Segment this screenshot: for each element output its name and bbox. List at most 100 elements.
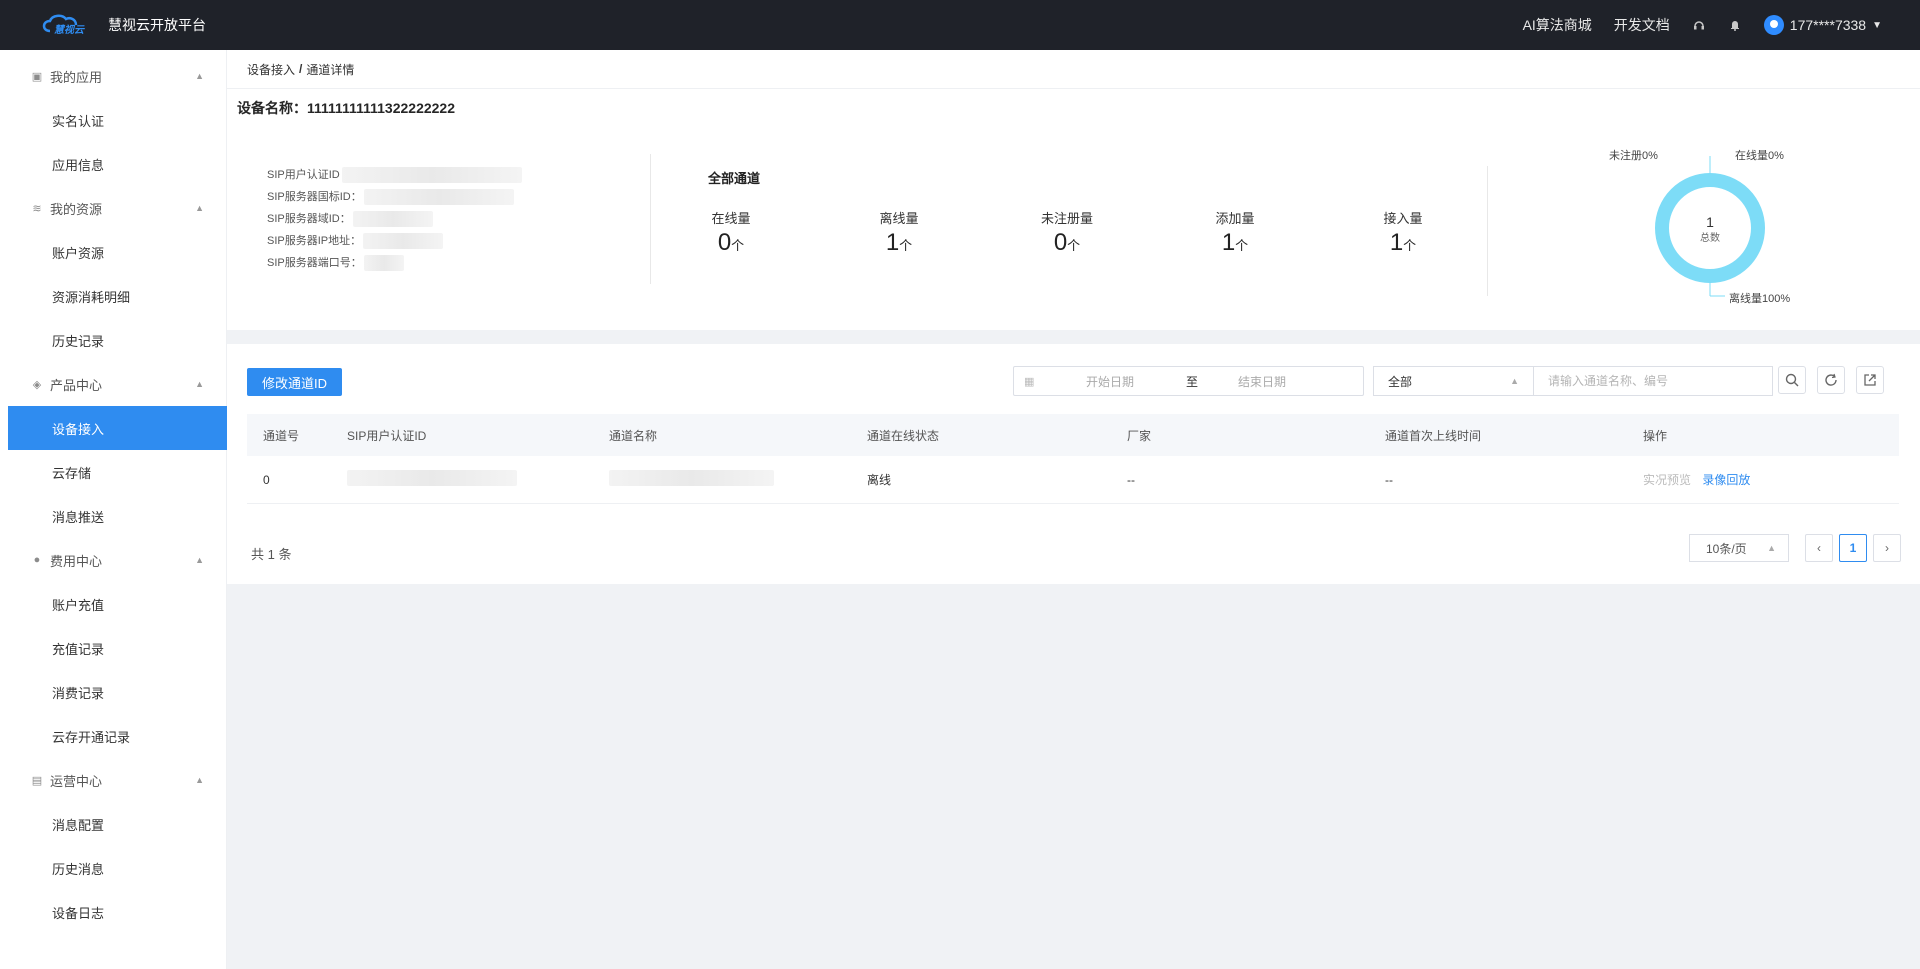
logo[interactable]: 慧视云 慧视云开放平台	[40, 11, 206, 39]
stat-unregistered: 未注册量 0个	[1027, 208, 1107, 257]
breadcrumb: 设备接入 / 通道详情	[227, 50, 1920, 88]
sip-server-ip-label: SIP服务器IP地址：	[267, 235, 362, 247]
stat-value: 1个	[1389, 229, 1417, 256]
redacted-value	[341, 167, 522, 183]
channel-search-input[interactable]	[1533, 366, 1773, 396]
page-number-current[interactable]: 1	[1839, 534, 1867, 562]
divider	[1487, 166, 1488, 296]
sidebar-group-billing[interactable]: ● 费用中心 ▲	[0, 538, 226, 582]
sip-server-port-label: SIP服务器端口号：	[267, 257, 362, 269]
donut-center-value: 1	[1706, 214, 1714, 230]
stat-label: 未注册量	[1040, 211, 1093, 226]
main-content: 设备接入 / 通道详情 设备名称： 11111111111322222222 S…	[227, 50, 1920, 969]
prev-page-button[interactable]: ‹	[1805, 534, 1833, 562]
sidebar-item-cloud-storage-records[interactable]: 云存开通记录	[0, 714, 226, 758]
stat-label: 离线量	[879, 211, 919, 226]
sidebar-item-realname[interactable]: 实名认证	[0, 98, 226, 142]
edit-channel-id-button[interactable]: 修改通道ID	[247, 368, 343, 396]
search-icon	[1785, 373, 1799, 387]
legend-offline: 离线量100%	[1729, 293, 1791, 305]
channel-list-panel: 修改通道ID ▦ 开始日期 至 结束日期 全部 ▲ 通道号 SIP用户认证ID …	[227, 344, 1920, 584]
ai-store-link[interactable]: AI算法商城	[1523, 15, 1592, 35]
sidebar-group-products[interactable]: ◈ 产品中心 ▲	[0, 362, 226, 406]
refresh-button[interactable]	[1817, 366, 1845, 394]
headset-icon[interactable]	[1692, 18, 1706, 32]
col-channel-name: 通道名称	[609, 428, 658, 443]
status-select-value: 全部	[1388, 374, 1413, 389]
app-icon: ▣	[31, 70, 43, 83]
redacted-value	[352, 211, 433, 227]
export-icon	[1864, 374, 1876, 386]
avatar	[1763, 15, 1784, 35]
caret-down-icon: ▼	[1872, 19, 1882, 31]
device-name-value: 11111111111322222222	[307, 99, 455, 116]
sidebar-item-recharge-records[interactable]: 充值记录	[0, 626, 226, 670]
sip-info: SIP用户认证ID SIP服务器国标ID： SIP服务器域ID： SIP服务器I…	[267, 164, 522, 274]
refresh-icon	[1825, 373, 1837, 386]
sidebar-item-consumption-records[interactable]: 消费记录	[0, 670, 226, 714]
cell-first-online: --	[1385, 472, 1393, 487]
end-date-placeholder[interactable]: 结束日期	[1238, 373, 1286, 390]
redacted-value	[363, 233, 444, 249]
cell-online-status: 离线	[867, 473, 892, 487]
sidebar-item-message-config[interactable]: 消息配置	[0, 802, 226, 846]
status-select[interactable]: 全部 ▲	[1373, 366, 1533, 396]
channel-status-donut: 1 总数 未注册0% 在线量0% 离线量100%	[1609, 150, 1809, 326]
sidebar-item-app-info[interactable]: 应用信息	[0, 142, 226, 186]
sidebar-item-device-logs[interactable]: 设备日志	[0, 890, 226, 934]
legend-online: 在线量0%	[1735, 150, 1784, 162]
next-page-button[interactable]: ›	[1873, 534, 1901, 562]
chevron-left-icon: ‹	[1817, 541, 1821, 555]
chevron-up-icon: ▲	[195, 379, 204, 389]
device-name-bar: 设备名称： 11111111111322222222	[227, 88, 1920, 126]
sidebar-item-account-resources[interactable]: 账户资源	[0, 230, 226, 274]
chevron-up-icon: ▲	[195, 71, 204, 81]
cell-channel-no: 0	[263, 472, 270, 487]
breadcrumb-parent[interactable]: 设备接入	[247, 61, 295, 78]
col-channel-no: 通道号	[263, 428, 300, 443]
sip-server-gb-id-label: SIP服务器国标ID：	[267, 191, 362, 203]
sidebar-item-history-messages[interactable]: 历史消息	[0, 846, 226, 890]
breadcrumb-current: 通道详情	[306, 62, 355, 77]
chevron-up-icon: ▲	[195, 775, 204, 785]
logo-text: 慧视云	[54, 24, 85, 36]
sidebar-group-operations[interactable]: ▤ 运营中心 ▲	[0, 758, 226, 802]
sidebar-group-label: 产品中心	[50, 377, 103, 393]
breadcrumb-separator: /	[299, 62, 303, 76]
redacted-value	[347, 470, 517, 486]
device-name-label: 设备名称：	[237, 99, 307, 116]
sidebar-group-my-apps[interactable]: ▣ 我的应用 ▲	[0, 54, 226, 98]
table-header: 通道号 SIP用户认证ID 通道名称 通道在线状态 厂家 通道首次上线时间 操作	[247, 414, 1899, 456]
donut-center-label: 总数	[1700, 231, 1720, 244]
date-range-picker[interactable]: ▦ 开始日期 至 结束日期	[1013, 366, 1364, 396]
sidebar-item-recharge[interactable]: 账户充值	[0, 582, 226, 626]
summary-panel: SIP用户认证ID SIP服务器国标ID： SIP服务器域ID： SIP服务器I…	[227, 126, 1920, 330]
cell-sip-user-id	[347, 470, 609, 489]
sip-server-domain-id-label: SIP服务器域ID：	[267, 213, 351, 225]
chart-icon: ▤	[31, 774, 43, 787]
sidebar: ▣ 我的应用 ▲ 实名认证 应用信息 ≋ 我的资源 ▲ 账户资源 资源消耗明细 …	[0, 50, 227, 969]
sidebar-item-device-access[interactable]: 设备接入	[8, 406, 227, 450]
sidebar-group-my-resources[interactable]: ≋ 我的资源 ▲	[0, 186, 226, 230]
stat-offline: 离线量 1个	[859, 208, 939, 257]
search-button[interactable]	[1778, 366, 1806, 394]
stat-online: 在线量 0个	[691, 208, 771, 257]
start-date-placeholder[interactable]: 开始日期	[1086, 373, 1166, 390]
cell-vendor: --	[1127, 472, 1135, 487]
live-preview-link[interactable]: 实况预览	[1643, 473, 1691, 487]
sidebar-item-resource-usage[interactable]: 资源消耗明细	[0, 274, 226, 318]
export-button[interactable]	[1856, 366, 1884, 394]
sidebar-item-history[interactable]: 历史记录	[0, 318, 226, 362]
dev-docs-link[interactable]: 开发文档	[1614, 15, 1670, 35]
user-menu[interactable]: 177****7338 ▼	[1763, 15, 1882, 35]
cube-icon: ◈	[32, 378, 42, 391]
playback-link[interactable]: 录像回放	[1702, 473, 1750, 487]
chevron-up-icon: ▲	[195, 203, 204, 213]
col-actions: 操作	[1643, 428, 1668, 443]
stat-value: 1个	[1221, 229, 1249, 256]
bell-icon[interactable]	[1728, 18, 1742, 32]
sidebar-item-message-push[interactable]: 消息推送	[0, 494, 226, 538]
all-channels-title: 全部通道	[708, 171, 761, 186]
sidebar-item-cloud-storage[interactable]: 云存储	[0, 450, 226, 494]
page-size-select[interactable]: 10条/页 ▲	[1689, 534, 1789, 562]
